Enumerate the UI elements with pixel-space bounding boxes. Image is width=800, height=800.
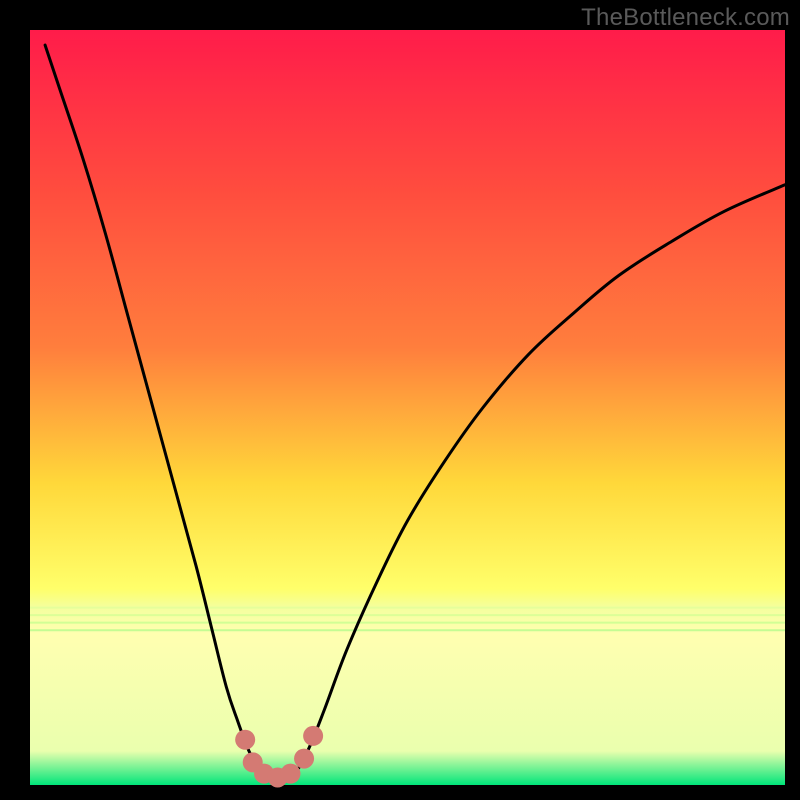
- bottleneck-curve-plot: [0, 0, 800, 800]
- curve-marker: [280, 764, 300, 784]
- curve-marker: [235, 730, 255, 750]
- chart-frame: TheBottleneck.com: [0, 0, 800, 800]
- curve-marker: [303, 726, 323, 746]
- curve-marker: [294, 749, 314, 769]
- watermark-text: TheBottleneck.com: [581, 4, 790, 32]
